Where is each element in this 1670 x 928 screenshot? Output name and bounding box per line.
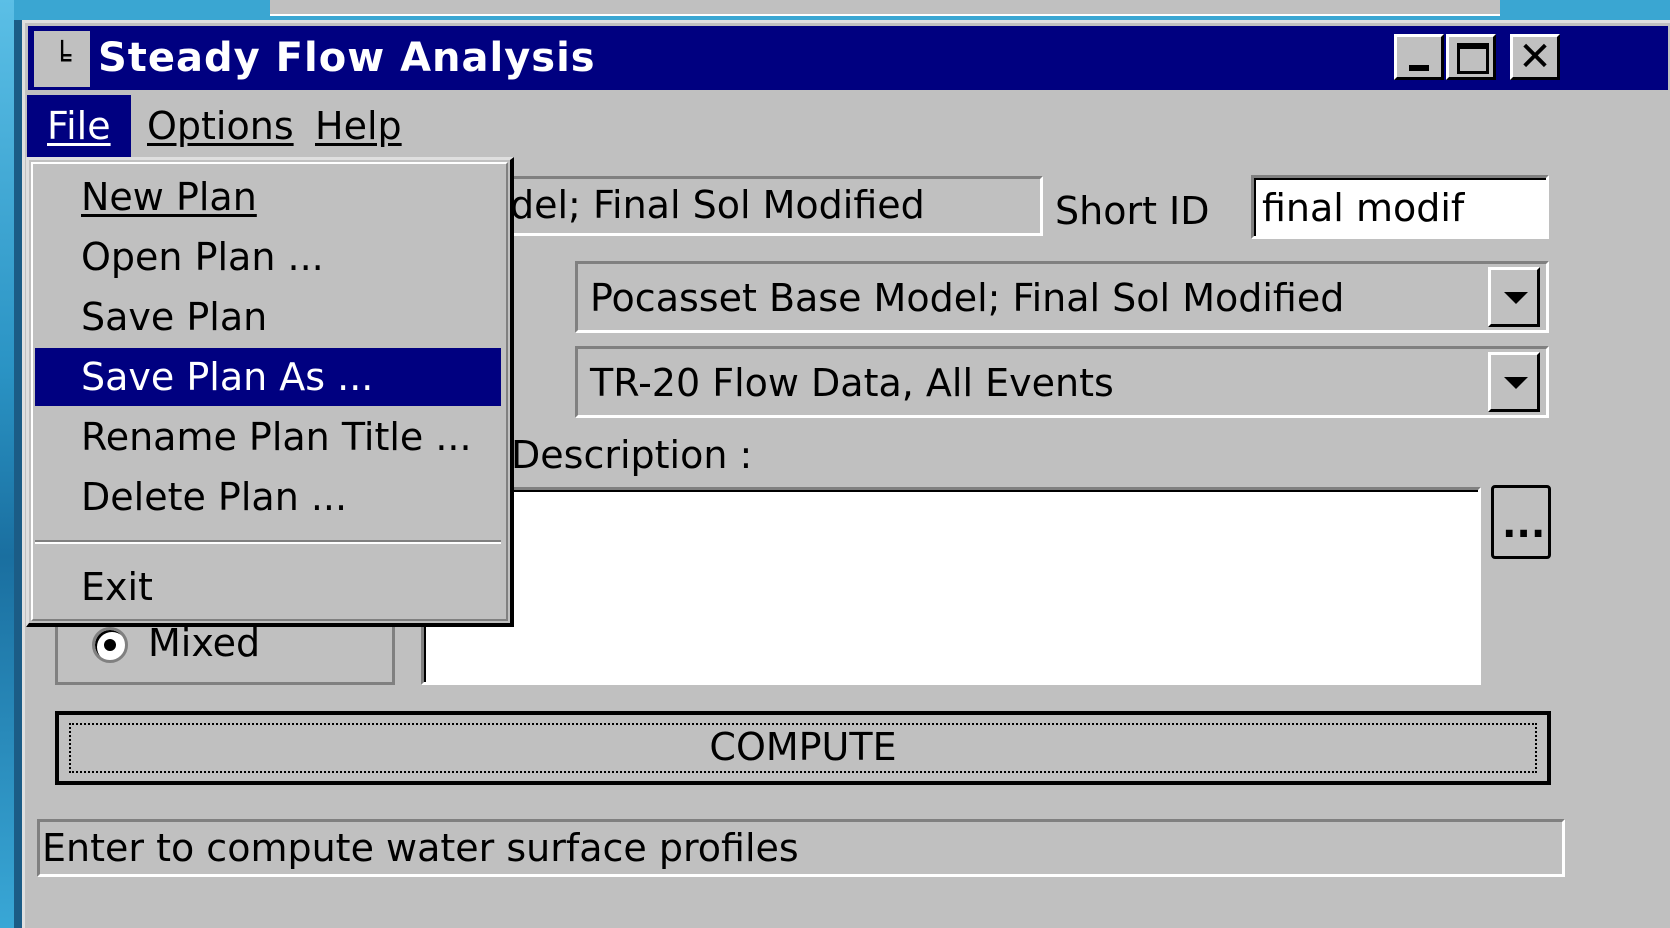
minimize-icon (1409, 65, 1429, 71)
close-icon: ✕ (1518, 34, 1552, 80)
menu-item-label: Rename Plan Title ... (81, 415, 472, 459)
desktop-left-shadow (14, 20, 22, 928)
status-text: Enter to compute water surface profiles (42, 826, 799, 870)
geometry-file-select[interactable]: Pocasset Base Model; Final Sol Modified (575, 261, 1549, 333)
maximize-button[interactable] (1446, 34, 1496, 80)
menu-options-label: Options (147, 104, 294, 148)
geometry-file-dropdown-button[interactable] (1488, 267, 1540, 327)
menu-options[interactable]: Options (127, 95, 314, 157)
description-ellipsis-button[interactable]: ... (1491, 485, 1551, 559)
menu-item-label: Save Plan As ... (81, 355, 374, 399)
menu-item-save-plan[interactable]: Save Plan (35, 288, 501, 346)
close-button[interactable]: ✕ (1510, 34, 1560, 80)
compute-button[interactable]: COMPUTE (55, 711, 1551, 785)
menu-separator (35, 540, 501, 544)
short-id-input[interactable]: final modif (1251, 175, 1549, 239)
ellipsis-label: ... (1502, 502, 1546, 546)
flow-file-select[interactable]: TR-20 Flow Data, All Events (575, 346, 1549, 418)
menu-bar: File Options Help (25, 93, 1665, 159)
menu-help[interactable]: Help (295, 95, 422, 157)
compute-label: COMPUTE (709, 725, 897, 769)
file-menu-popup: New Plan Open Plan ... Save Plan Save Pl… (26, 157, 514, 627)
app-icon[interactable]: ╘ (34, 31, 90, 87)
minimize-button[interactable] (1394, 34, 1444, 80)
short-id-value: final modif (1262, 186, 1465, 230)
maximize-icon (1457, 43, 1489, 74)
menu-help-label: Help (315, 104, 402, 148)
menu-item-label: New Plan (81, 175, 257, 219)
menu-file-label: File (47, 104, 111, 148)
desktop-left-edge (0, 0, 14, 928)
plan-title-value: del; Final Sol Modified (510, 183, 925, 227)
menu-file[interactable]: File (27, 95, 131, 157)
menu-item-exit[interactable]: Exit (35, 558, 501, 616)
description-label: Description : (511, 433, 753, 477)
description-textarea[interactable] (421, 487, 1481, 685)
menu-item-new-plan[interactable]: New Plan (35, 168, 501, 226)
window-title: Steady Flow Analysis (98, 35, 596, 81)
plan-title-field: del; Final Sol Modified (475, 176, 1043, 236)
background-window-edge (270, 0, 1500, 16)
status-bar: Enter to compute water surface profiles (37, 819, 1565, 877)
menu-item-label: Open Plan ... (81, 235, 324, 279)
menu-item-open-plan[interactable]: Open Plan ... (35, 228, 501, 286)
chevron-down-icon (1504, 292, 1528, 304)
menu-item-label: Exit (81, 565, 153, 609)
menu-item-delete-plan[interactable]: Delete Plan ... (35, 468, 501, 526)
title-bar[interactable]: ╘ Steady Flow Analysis ✕ (28, 26, 1668, 90)
menu-item-rename-plan-title[interactable]: Rename Plan Title ... (35, 408, 501, 466)
mixed-radio-label: Mixed (148, 621, 261, 665)
flow-file-dropdown-button[interactable] (1488, 352, 1540, 412)
flow-file-value: TR-20 Flow Data, All Events (590, 361, 1114, 405)
menu-item-save-plan-as[interactable]: Save Plan As ... (35, 348, 501, 406)
chevron-down-icon (1504, 377, 1528, 389)
geometry-file-value: Pocasset Base Model; Final Sol Modified (590, 276, 1345, 320)
mixed-radio[interactable] (92, 627, 128, 663)
menu-item-label: Save Plan (81, 295, 268, 339)
menu-item-label: Delete Plan ... (81, 475, 348, 519)
radio-dot-icon (104, 639, 116, 651)
short-id-label: Short ID (1055, 189, 1210, 233)
